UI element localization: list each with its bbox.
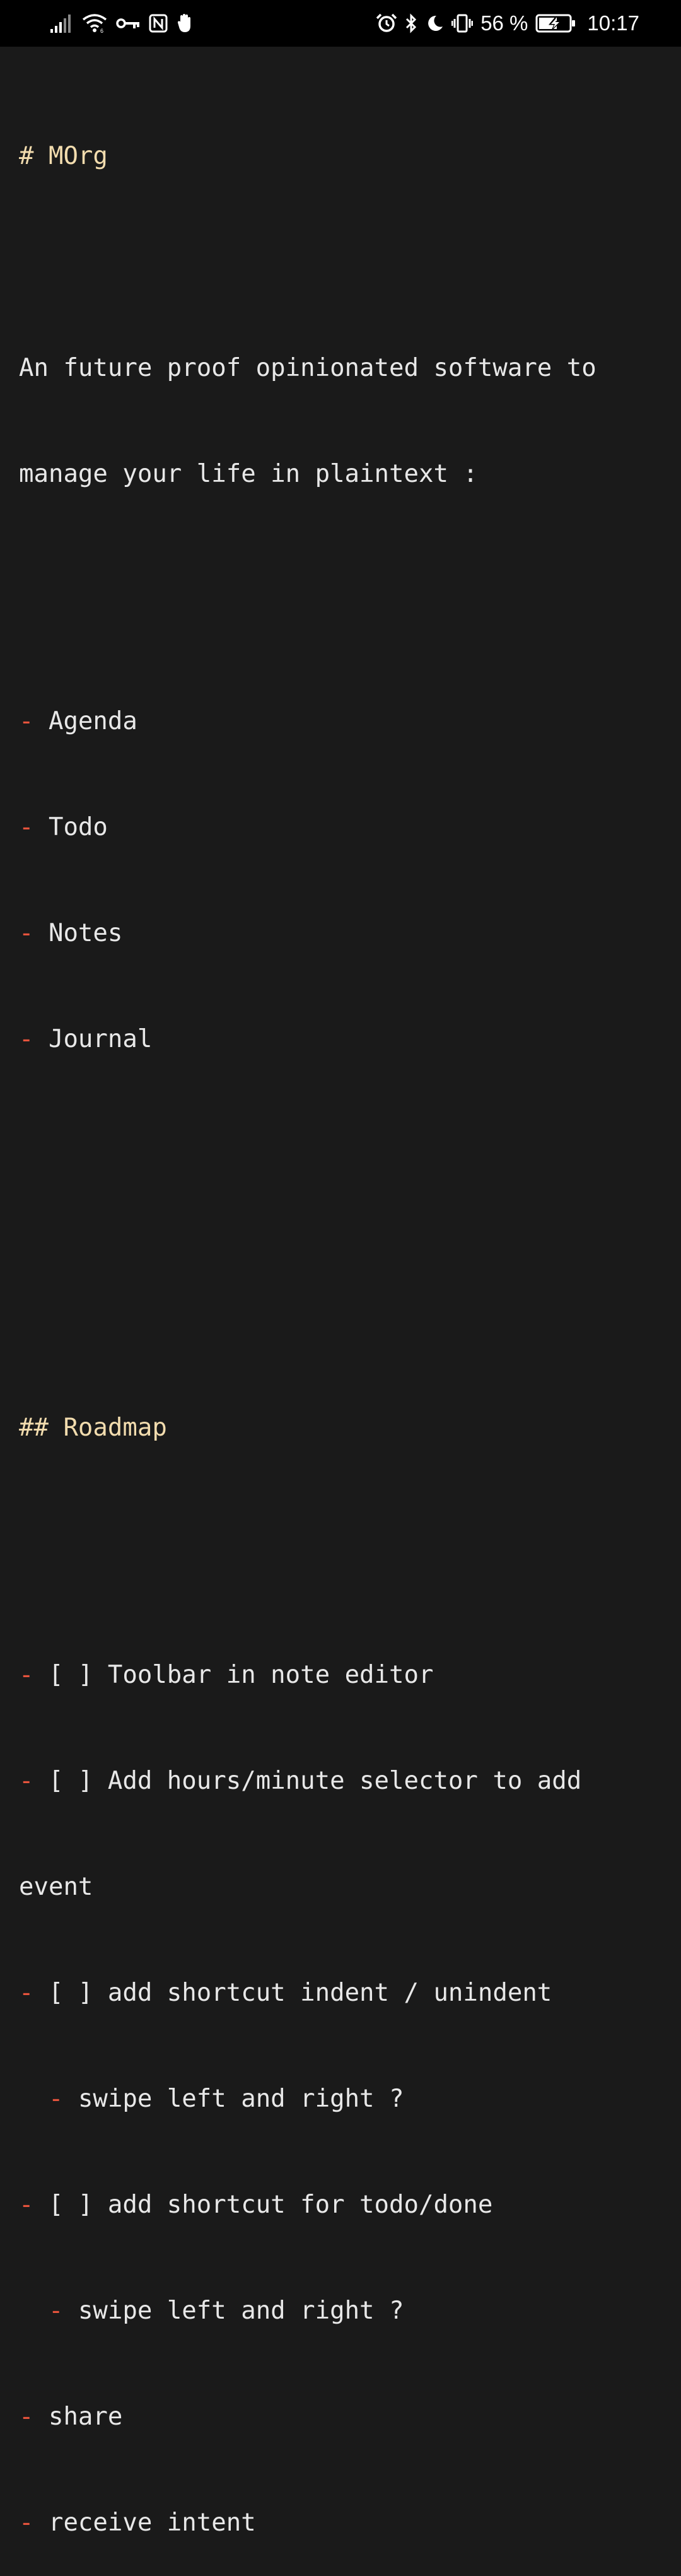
bullet-dash: - [19, 813, 34, 841]
list-item: - [ ] add shortcut indent / unindent [19, 1976, 668, 2011]
nfc-icon [149, 14, 168, 33]
alarm-icon [376, 13, 397, 33]
battery-percent: 56 % [480, 11, 528, 35]
list-item-text: Notes [48, 919, 123, 947]
sub-list-item: - swipe left and right ? [19, 2081, 668, 2117]
intro-line: An future proof opinionated software to [19, 354, 597, 382]
list-item: - Agenda [19, 704, 668, 739]
list-item-text: swipe left and right ? [78, 2297, 404, 2325]
signal-icon [50, 14, 73, 33]
list-item: - Todo [19, 810, 668, 845]
svg-text:6: 6 [100, 28, 103, 33]
bullet-dash: - [19, 1767, 34, 1795]
bluetooth-icon [405, 13, 417, 33]
section-heading: ## Roadmap [19, 1414, 167, 1442]
list-item-text: swipe left and right ? [78, 2085, 404, 2113]
note-title: # MOrg [19, 142, 108, 170]
bullet-dash: - [19, 1025, 34, 1053]
list-item: - Notes [19, 916, 668, 951]
list-item: - [ ] Toolbar in note editor [19, 1658, 668, 1693]
bullet-dash: - [19, 2509, 34, 2537]
list-item-text: Todo [48, 813, 108, 841]
status-bar: 6 56 % 10:17 [0, 0, 681, 47]
bullet-dash: - [48, 2297, 64, 2325]
list-item: - receive intent [19, 2505, 668, 2541]
list-item-text: Journal [48, 1025, 153, 1053]
sub-list-item: - swipe left and right ? [19, 2293, 668, 2329]
list-item-text: [ ] Add hours/minute selector to add [48, 1767, 582, 1795]
list-item: - Journal [19, 1022, 668, 1057]
do-not-disturb-moon-icon [425, 14, 444, 33]
list-item: - [ ] Add hours/minute selector to add [19, 1764, 668, 1799]
list-item: - share [19, 2399, 668, 2435]
list-item-text: share [48, 2403, 123, 2431]
list-item-text: [ ] add shortcut for todo/done [48, 2191, 493, 2219]
bullet-dash: - [19, 2403, 34, 2431]
list-item-text: Agenda [48, 707, 137, 735]
list-item-text: [ ] add shortcut indent / unindent [48, 1979, 552, 2007]
notification-hand-icon [177, 13, 193, 33]
list-item-text: [ ] Toolbar in note editor [48, 1661, 434, 1689]
bullet-dash: - [19, 919, 34, 947]
clock: 10:17 [587, 11, 639, 35]
list-item-continuation: event [19, 1873, 93, 1901]
bullet-dash: - [48, 2085, 64, 2113]
note-editor[interactable]: # MOrg An future proof opinionated softw… [19, 68, 668, 2576]
status-bar-right: 56 % 10:17 [376, 9, 639, 38]
bullet-dash: - [19, 707, 34, 735]
list-item: - [ ] add shortcut for todo/done [19, 2187, 668, 2223]
bullet-dash: - [19, 1979, 34, 2007]
battery-charging-icon [535, 13, 576, 33]
vpn-key-icon [116, 16, 140, 31]
wifi-icon: 6 [82, 13, 107, 33]
intro-line: manage your life in plaintext : [19, 460, 478, 488]
bullet-dash: - [19, 2191, 34, 2219]
list-item-text: receive intent [48, 2509, 256, 2537]
bullet-dash: - [19, 1661, 34, 1689]
status-bar-left: 6 [50, 9, 193, 38]
vibrate-icon [451, 14, 474, 33]
